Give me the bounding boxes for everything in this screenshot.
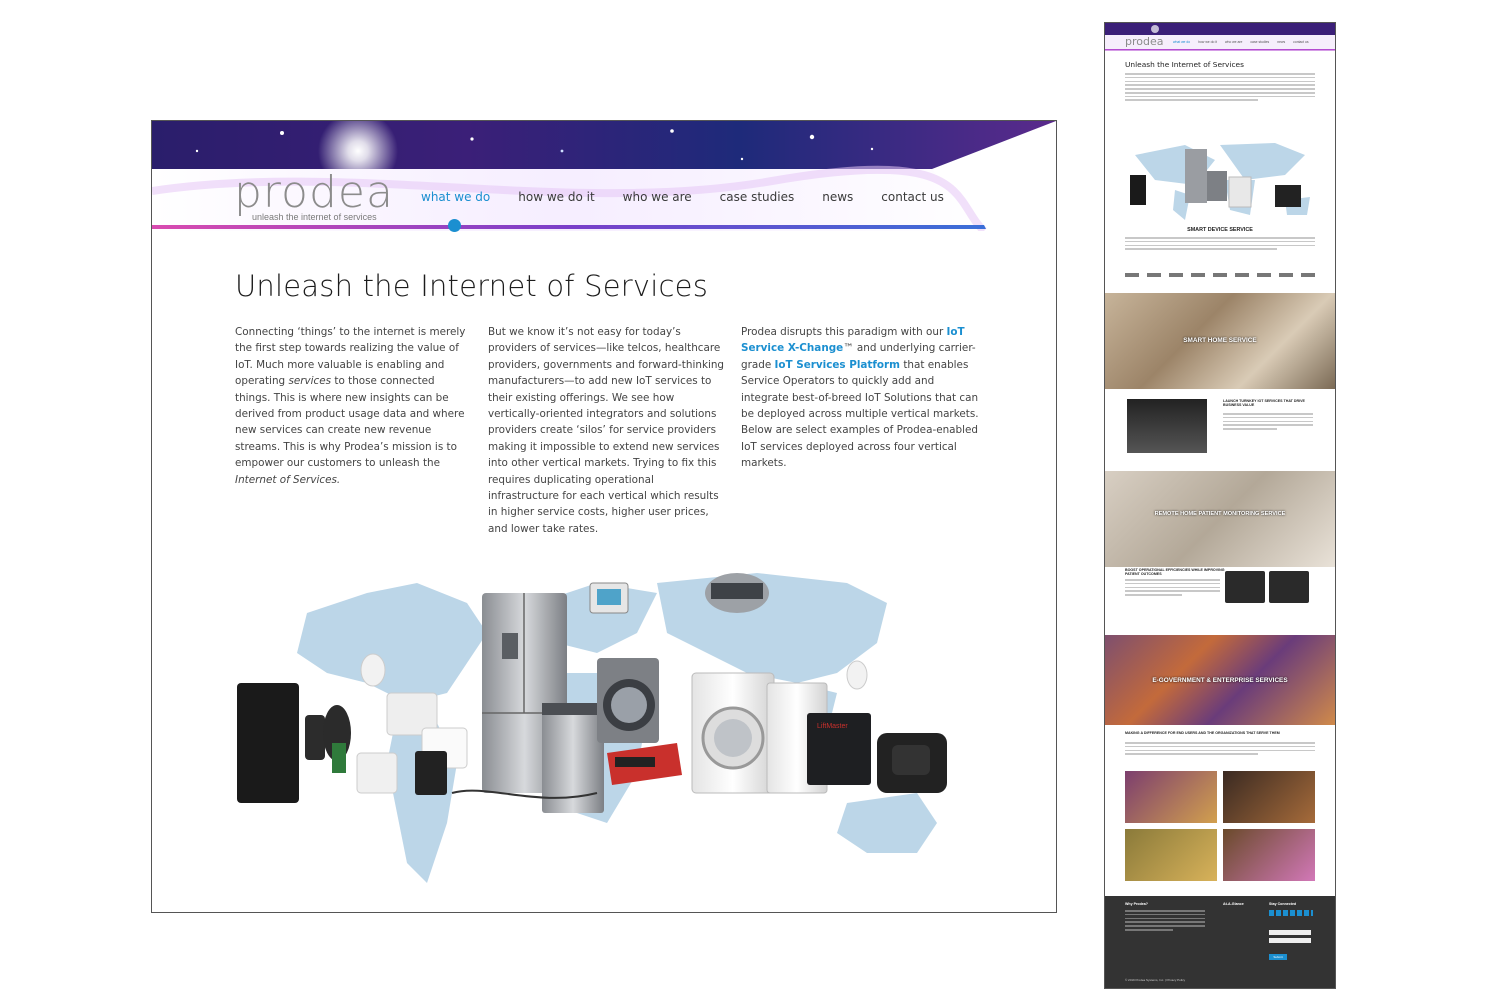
- thumb-footer: Why Prodea? At-A-Glance Stay Connected S…: [1105, 896, 1335, 988]
- logo-wordmark: prodea: [234, 167, 394, 218]
- thumb-egov-text: [1125, 742, 1315, 757]
- thumb-intro-text: [1125, 73, 1315, 103]
- active-nav-indicator: [448, 219, 461, 232]
- iot-devices-world-map-image: LiftMaster: [237, 573, 947, 883]
- intro-column-1: Connecting ‘things’ to the internet is m…: [235, 326, 466, 486]
- thumb-smart-device-text: [1125, 237, 1315, 252]
- nav-news[interactable]: news: [822, 190, 853, 204]
- thumb-video-2[interactable]: [1223, 771, 1315, 823]
- page-title: Unleash the Internet of Services: [235, 269, 709, 303]
- thumb-patient-monitoring-photo: REMOTE HOME PATIENT MONITORING SERVICE: [1105, 471, 1335, 567]
- main-nav: what we do how we do it who we are case …: [421, 190, 944, 204]
- thumb-remote-monitoring-label: REMOTE HOME PATIENT MONITORING SERVICE: [1154, 511, 1286, 517]
- thumb-footer-input[interactable]: [1269, 938, 1311, 943]
- thumb-title: Unleash the Internet of Services: [1125, 60, 1244, 69]
- thumb-devices-screens: [1127, 399, 1207, 453]
- thumb-video-3[interactable]: [1125, 829, 1217, 881]
- thumb-partner-logos: [1125, 273, 1315, 277]
- thumb-devices-image: [1130, 143, 1310, 220]
- thumb-submit-button[interactable]: Submit: [1269, 954, 1287, 960]
- thumb-footer-why: Why Prodea?: [1125, 902, 1148, 906]
- thumb-remote-text: [1125, 579, 1220, 598]
- thumb-smart-home-text: [1223, 413, 1313, 432]
- nav-how-we-do-it[interactable]: how we do it: [518, 190, 594, 204]
- thumb-smart-home-label: SMART HOME SERVICE: [1183, 337, 1257, 344]
- thumb-nav-item: case studies: [1250, 40, 1270, 44]
- logo-tagline: unleash the internet of services: [252, 212, 377, 222]
- intro-column-3: Prodea disrupts this paradigm with our I…: [741, 326, 979, 470]
- full-page-thumbnail: prodea what we do how we do it who we ar…: [1104, 22, 1336, 989]
- intro-column-2: But we know it’s not easy for today’s pr…: [488, 326, 725, 535]
- thumb-nav-item: news: [1277, 40, 1286, 44]
- thumb-egov-subheading: MAKING A DIFFERENCE FOR END USERS AND TH…: [1125, 731, 1280, 735]
- thumb-smart-home-subheading: LAUNCH TURNKEY IOT SERVICES THAT DRIVE B…: [1223, 399, 1305, 408]
- thumb-nav: what we do how we do it who we are case …: [1173, 40, 1309, 44]
- thumb-nav-item: how we do it: [1198, 40, 1218, 44]
- thumb-nav-item: what we do: [1173, 40, 1191, 44]
- thumb-video-1[interactable]: [1125, 771, 1217, 823]
- thumb-footer-input[interactable]: [1269, 930, 1311, 935]
- thumb-egov-label: E-GOVERNMENT & ENTERPRISE SERVICES: [1152, 677, 1288, 684]
- nav-contact-us[interactable]: contact us: [881, 190, 944, 204]
- thumb-video-4[interactable]: [1223, 829, 1315, 881]
- thumb-copyright: © 2019 Prodea Systems, Inc. | Privacy Po…: [1125, 978, 1186, 982]
- device-brand-label: LiftMaster: [817, 723, 848, 730]
- nav-what-we-do[interactable]: what we do: [421, 190, 490, 204]
- thumb-remote-subheading: BOOST OPERATIONAL EFFICIENCIES WHILE IMP…: [1125, 568, 1225, 577]
- webpage-screenshot: prodea unleash the internet of services …: [151, 120, 1057, 913]
- thumb-nav-item: contact us: [1293, 40, 1309, 44]
- prodea-logo[interactable]: prodea unleash the internet of services: [234, 167, 394, 223]
- thumb-social-icons[interactable]: [1269, 910, 1313, 916]
- thumb-tablet-1: [1225, 571, 1265, 603]
- thumb-footer-connected: Stay Connected: [1269, 902, 1297, 906]
- thumb-smart-home-photo: SMART HOME SERVICE: [1105, 293, 1335, 389]
- thumb-logo: prodea: [1125, 35, 1164, 48]
- nav-case-studies[interactable]: case studies: [720, 190, 795, 204]
- thumb-footer-glance: At-A-Glance: [1223, 902, 1244, 906]
- thumb-tablet-2: [1269, 571, 1309, 603]
- thumb-egov-photo: E-GOVERNMENT & ENTERPRISE SERVICES: [1105, 635, 1335, 725]
- thumb-smart-device-heading: SMART DEVICE SERVICE: [1187, 227, 1253, 233]
- thumb-nav-item: who we are: [1225, 40, 1243, 44]
- iot-services-platform-link[interactable]: IoT Services Platform: [775, 359, 900, 371]
- nav-who-we-are[interactable]: who we are: [623, 190, 692, 204]
